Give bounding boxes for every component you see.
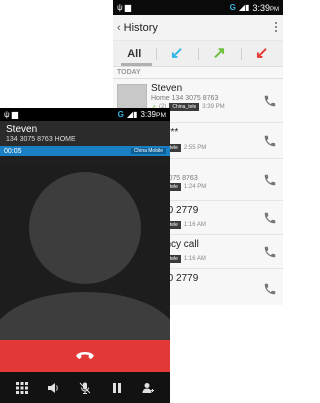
tab-incoming[interactable]: ↙ [155,41,199,66]
status-bar: ψ ▆ G ◢▮ 3:39PM [113,0,283,15]
contact-name: Steven [151,83,183,94]
screenshot-stage: ψ ▆ G ◢▮ 3:39PM ‹ History All ↙ ↗ ↙ TODA… [0,0,283,403]
status-bar: ψ ▆ G ◢▮ 3:39PM [0,108,170,121]
call-icon[interactable] [263,173,277,187]
usb-icon: ψ ▆ [4,110,19,119]
dialpad-icon[interactable] [15,381,29,395]
signal-icon: ◢▮ [238,3,250,12]
call-toolbar [0,372,170,403]
missed-call-icon: ↙ [255,44,269,62]
call-icon[interactable] [263,282,277,296]
overflow-menu-icon[interactable] [275,22,277,32]
call-icon[interactable] [263,134,277,148]
call-status-bar: 00:05 China Mobile [0,146,170,156]
action-bar: ‹ History [113,15,283,41]
tab-outgoing[interactable]: ↗ [198,41,241,66]
caller-photo-placeholder [0,166,170,340]
caller-number: 134 3075 8763 HOME [6,136,76,143]
filter-tabs: All ↙ ↗ ↙ [113,41,283,67]
tab-all[interactable]: All [113,41,156,66]
hold-icon[interactable] [110,381,124,395]
network-type: G [117,110,124,119]
tab-missed[interactable]: ↙ [240,41,284,66]
incoming-call-icon: ↙ [170,44,184,62]
end-call-button[interactable] [0,340,170,372]
speaker-icon[interactable] [46,381,60,395]
call-time: 3:39 PM [202,104,225,110]
contact-silhouette-icon [0,166,170,340]
status-clock: 3:39PM [140,110,166,119]
section-header-today: TODAY [113,67,283,79]
call-timer: 00:05 [4,147,22,155]
mute-icon[interactable] [78,381,92,395]
back-icon[interactable]: ‹ [117,22,121,34]
operator-tag: China_tele [169,103,200,111]
hang-up-icon [76,352,94,359]
in-call-screen: ψ ▆ G ◢▮ 3:39PM Steven 134 3075 8763 HOM… [0,108,170,403]
call-time: 1:24 PM [183,184,207,190]
network-type: G [229,3,236,12]
tab-all-label: All [127,47,142,60]
status-clock: 3:39PM [252,2,279,13]
operator-badge: China Mobile [130,148,166,154]
call-time: 1:16 AM [183,222,206,228]
call-time: 1:16 AM [183,256,206,262]
call-icon[interactable] [263,245,277,259]
caller-header: Steven 134 3075 8763 HOME [0,121,170,146]
caller-name: Steven [6,124,38,135]
outgoing-call-icon: ↗ [212,44,226,62]
call-icon[interactable] [263,94,277,108]
add-call-icon[interactable] [141,381,155,395]
usb-icon: ψ ▆ [117,3,132,12]
call-icon[interactable] [263,211,277,225]
page-title: History [123,21,158,34]
contact-number: Home 134 3075 8763 [151,95,219,102]
call-time: 2:55 PM [183,145,207,151]
signal-icon: ◢▮ [126,110,138,119]
